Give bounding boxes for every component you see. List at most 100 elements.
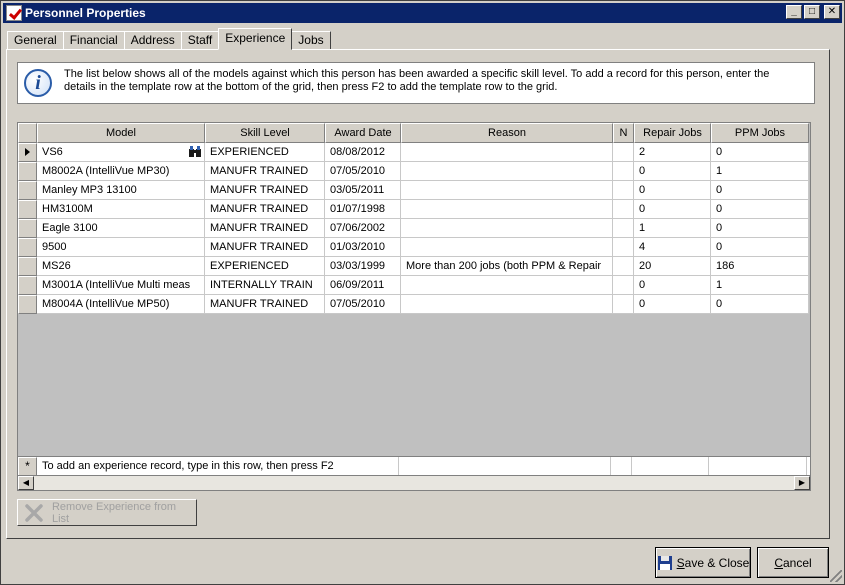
cell-reason[interactable]: [401, 276, 613, 295]
cell-repair-jobs[interactable]: 0: [634, 162, 711, 181]
cell-n[interactable]: [613, 276, 634, 295]
table-row[interactable]: HM3100M MANUFR TRAINED 01/07/1998 0 0: [18, 200, 809, 219]
cell-model[interactable]: HM3100M: [37, 200, 205, 219]
save-close-button[interactable]: Save & Close: [655, 547, 751, 578]
cell-award-date[interactable]: 08/08/2012: [325, 143, 401, 162]
cell-ppm-jobs[interactable]: 0: [711, 181, 809, 200]
close-button[interactable]: ✕: [824, 5, 840, 19]
cell-repair-jobs[interactable]: 2: [634, 143, 711, 162]
header-award-date[interactable]: Award Date: [325, 123, 401, 143]
table-row[interactable]: VS6 EXPERIENCED 08/08/2012 2 0: [18, 143, 809, 162]
cell-award-date[interactable]: 03/03/1999: [325, 257, 401, 276]
cell-n[interactable]: [613, 238, 634, 257]
cell-reason[interactable]: More than 200 jobs (both PPM & Repair: [401, 257, 613, 276]
title-bar[interactable]: Personnel Properties _ □ ✕: [3, 3, 842, 23]
template-cell-reason[interactable]: [399, 457, 611, 476]
table-row[interactable]: Eagle 3100 MANUFR TRAINED 07/06/2002 1 0: [18, 219, 809, 238]
cell-n[interactable]: [613, 219, 634, 238]
row-selector[interactable]: [18, 257, 37, 276]
cell-ppm-jobs[interactable]: 0: [711, 238, 809, 257]
cell-repair-jobs[interactable]: 1: [634, 219, 711, 238]
cell-ppm-jobs[interactable]: 0: [711, 219, 809, 238]
tab-address[interactable]: Address: [123, 31, 182, 50]
cell-repair-jobs[interactable]: 0: [634, 181, 711, 200]
table-row[interactable]: M8004A (IntelliVue MP50) MANUFR TRAINED 07…: [18, 295, 809, 314]
table-row[interactable]: MS26 EXPERIENCED 03/03/1999 More than 200 j…: [18, 257, 809, 276]
cell-skill-level[interactable]: MANUFR TRAINED: [205, 162, 325, 181]
cell-n[interactable]: [613, 257, 634, 276]
table-row[interactable]: M8002A (IntelliVue MP30) MANUFR TRAINED 07…: [18, 162, 809, 181]
cell-ppm-jobs[interactable]: 0: [711, 143, 809, 162]
template-cell-ppm[interactable]: [709, 457, 807, 476]
cell-repair-jobs[interactable]: 0: [634, 295, 711, 314]
cell-n[interactable]: [613, 181, 634, 200]
row-selector[interactable]: [18, 276, 37, 295]
cancel-button[interactable]: Cancel: [757, 547, 829, 578]
cell-ppm-jobs[interactable]: 1: [711, 162, 809, 181]
binoculars-icon[interactable]: [188, 146, 202, 158]
cell-reason[interactable]: [401, 200, 613, 219]
cell-ppm-jobs[interactable]: 186: [711, 257, 809, 276]
tab-general[interactable]: General: [7, 31, 64, 50]
maximize-button[interactable]: □: [804, 5, 820, 19]
cell-reason[interactable]: [401, 219, 613, 238]
table-row[interactable]: M3001A (IntelliVue Multi meas INTERNALLY …: [18, 276, 809, 295]
horizontal-scrollbar[interactable]: ◀ ▶: [17, 475, 811, 491]
scroll-left-icon[interactable]: ◀: [18, 476, 34, 490]
template-row-hint[interactable]: To add an experience record, type in thi…: [37, 457, 399, 476]
tab-financial[interactable]: Financial: [62, 31, 125, 50]
cell-ppm-jobs[interactable]: 1: [711, 276, 809, 295]
cell-award-date[interactable]: 07/05/2010: [325, 162, 401, 181]
cell-award-date[interactable]: 03/05/2011: [325, 181, 401, 200]
cell-model[interactable]: Eagle 3100: [37, 219, 205, 238]
cell-ppm-jobs[interactable]: 0: [711, 295, 809, 314]
cell-n[interactable]: [613, 143, 634, 162]
tab-staff[interactable]: Staff: [180, 31, 220, 50]
cell-skill-level[interactable]: INTERNALLY TRAIN: [205, 276, 325, 295]
cell-skill-level[interactable]: EXPERIENCED: [205, 257, 325, 276]
remove-experience-button[interactable]: Remove Experience from List: [17, 499, 197, 526]
cell-award-date[interactable]: 01/03/2010: [325, 238, 401, 257]
header-n[interactable]: N: [613, 123, 634, 143]
header-model[interactable]: Model: [37, 123, 205, 143]
tab-jobs[interactable]: Jobs: [291, 31, 331, 50]
row-selector[interactable]: [18, 238, 37, 257]
template-cell-repair[interactable]: [632, 457, 709, 476]
cell-model[interactable]: M8002A (IntelliVue MP30): [37, 162, 205, 181]
cell-n[interactable]: [613, 200, 634, 219]
cell-repair-jobs[interactable]: 4: [634, 238, 711, 257]
cell-skill-level[interactable]: MANUFR TRAINED: [205, 238, 325, 257]
cell-skill-level[interactable]: MANUFR TRAINED: [205, 295, 325, 314]
cell-skill-level[interactable]: MANUFR TRAINED: [205, 219, 325, 238]
cell-model[interactable]: M3001A (IntelliVue Multi meas: [37, 276, 205, 295]
cell-award-date[interactable]: 06/09/2011: [325, 276, 401, 295]
table-row[interactable]: 9500 MANUFR TRAINED 01/03/2010 4 0: [18, 238, 809, 257]
cell-award-date[interactable]: 07/06/2002: [325, 219, 401, 238]
cell-repair-jobs[interactable]: 20: [634, 257, 711, 276]
row-selector[interactable]: [18, 295, 37, 314]
cell-model[interactable]: VS6: [37, 143, 205, 162]
cell-model[interactable]: Manley MP3 13100: [37, 181, 205, 200]
cell-n[interactable]: [613, 162, 634, 181]
row-selector[interactable]: [18, 162, 37, 181]
cell-model[interactable]: M8004A (IntelliVue MP50): [37, 295, 205, 314]
cell-repair-jobs[interactable]: 0: [634, 276, 711, 295]
current-row-indicator[interactable]: [18, 143, 37, 162]
cell-model[interactable]: MS26: [37, 257, 205, 276]
cell-award-date[interactable]: 07/05/2010: [325, 295, 401, 314]
header-repair-jobs[interactable]: Repair Jobs: [634, 123, 711, 143]
cell-skill-level[interactable]: MANUFR TRAINED: [205, 181, 325, 200]
cell-model[interactable]: 9500: [37, 238, 205, 257]
cell-skill-level[interactable]: EXPERIENCED: [205, 143, 325, 162]
row-selector[interactable]: [18, 219, 37, 238]
header-reason[interactable]: Reason: [401, 123, 613, 143]
cell-reason[interactable]: [401, 162, 613, 181]
row-selector[interactable]: [18, 200, 37, 219]
cell-ppm-jobs[interactable]: 0: [711, 200, 809, 219]
table-row[interactable]: Manley MP3 13100 MANUFR TRAINED 03/05/2011…: [18, 181, 809, 200]
tab-experience[interactable]: Experience: [218, 28, 293, 50]
minimize-button[interactable]: _: [786, 5, 802, 19]
cell-repair-jobs[interactable]: 0: [634, 200, 711, 219]
scroll-right-icon[interactable]: ▶: [794, 476, 810, 490]
header-ppm-jobs[interactable]: PPM Jobs: [711, 123, 809, 143]
